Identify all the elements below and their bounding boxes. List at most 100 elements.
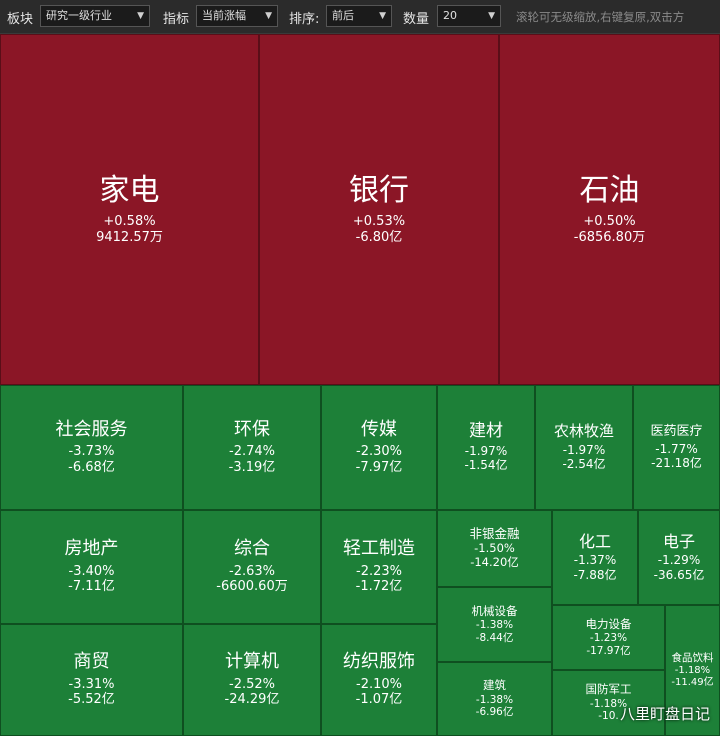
tile-change: -2.23% — [356, 563, 402, 579]
tile-change: -1.77% — [655, 441, 698, 456]
watermark-text: 八里盯盘日记 — [619, 705, 710, 723]
tile-flow: -1.07亿 — [355, 692, 403, 708]
count-label: 数量 — [403, 12, 430, 27]
sort-select-value: 前后 — [332, 9, 354, 22]
tile-name: 化工 — [578, 531, 611, 551]
tile-flow: -5.52亿 — [68, 692, 115, 708]
tile-flow: -2.54亿 — [562, 457, 606, 472]
tile-flow: -6600.60万 — [216, 579, 288, 595]
sector-tile-construction[interactable]: 建筑 -1.38% -6.96亿 — [437, 662, 552, 736]
tile-name: 电力设备 — [585, 616, 632, 631]
tile-change: -1.97% — [562, 442, 606, 457]
tile-name: 食品饮料 — [671, 651, 714, 664]
sort-select[interactable]: 前后 ▼ — [326, 5, 392, 27]
tile-change: -1.50% — [474, 541, 515, 556]
tile-change: +0.53% — [352, 214, 406, 230]
sector-select[interactable]: 研究一级行业 ▼ — [40, 5, 150, 27]
tile-name: 计算机 — [225, 651, 279, 673]
tile-name: 国防军工 — [585, 682, 632, 697]
sector-tile-home-appliance[interactable]: 家电 +0.58% 9412.57万 — [0, 34, 259, 385]
chevron-down-icon: ▼ — [379, 11, 386, 21]
sector-tile-light-industry[interactable]: 轻工制造 -2.23% -1.72亿 — [321, 510, 437, 624]
tile-change: -1.97% — [464, 443, 508, 458]
sector-tile-chemicals[interactable]: 化工 -1.37% -7.88亿 — [552, 510, 638, 605]
sector-tile-bank[interactable]: 银行 +0.53% -6.80亿 — [259, 34, 499, 385]
sector-tile-machinery[interactable]: 机械设备 -1.38% -8.44亿 — [437, 587, 552, 662]
count-select-value: 20 — [443, 9, 457, 22]
tile-change: -2.52% — [229, 676, 275, 692]
tile-name: 商贸 — [73, 651, 110, 673]
sector-tile-real-estate[interactable]: 房地产 -3.40% -7.11亿 — [0, 510, 183, 624]
sector-tile-textiles[interactable]: 纺织服饰 -2.10% -1.07亿 — [321, 624, 437, 736]
tile-flow: -1.54亿 — [464, 458, 508, 473]
tile-change: +0.50% — [583, 214, 636, 230]
sector-tile-power-equipment[interactable]: 电力设备 -1.23% -17.97亿 — [552, 605, 665, 670]
sector-tile-environmental[interactable]: 环保 -2.74% -3.19亿 — [183, 385, 321, 510]
tile-flow: -3.19亿 — [228, 459, 276, 475]
tile-change: -3.31% — [68, 676, 115, 692]
sector-tile-commerce[interactable]: 商贸 -3.31% -5.52亿 — [0, 624, 183, 736]
tile-flow: -6.68亿 — [68, 459, 115, 475]
tile-change: -1.23% — [589, 632, 628, 645]
tile-name: 纺织服饰 — [343, 651, 415, 673]
sector-tile-computers[interactable]: 计算机 -2.52% -24.29亿 — [183, 624, 321, 736]
toolbar: 板块 研究一级行业 ▼ 指标 当前涨幅 ▼ 排序: 前后 ▼ 数量 20 ▼ 滚… — [0, 0, 720, 34]
tile-flow: -24.29亿 — [224, 692, 280, 708]
sector-label: 板块 — [7, 12, 34, 27]
tile-name: 环保 — [234, 418, 270, 440]
tile-flow: -17.97亿 — [586, 644, 631, 657]
sector-tile-social-services[interactable]: 社会服务 -3.73% -6.68亿 — [0, 385, 183, 510]
tile-flow: -7.11亿 — [68, 579, 115, 595]
tile-change: -3.40% — [68, 563, 115, 579]
tile-change: -2.30% — [356, 444, 402, 460]
sector-tile-conglomerate[interactable]: 综合 -2.63% -6600.60万 — [183, 510, 321, 624]
sector-tile-non-bank-finance[interactable]: 非银金融 -1.50% -14.20亿 — [437, 510, 552, 587]
sector-tile-oil[interactable]: 石油 +0.50% -6856.80万 — [499, 34, 720, 385]
tile-name: 综合 — [234, 538, 270, 560]
sort-label: 排序: — [289, 12, 320, 27]
tile-name: 建材 — [469, 421, 503, 442]
sector-tile-agriculture[interactable]: 农林牧渔 -1.97% -2.54亿 — [535, 385, 633, 510]
metric-label: 指标 — [163, 12, 190, 27]
tile-change: -2.10% — [356, 676, 402, 692]
tile-flow: -7.97亿 — [355, 459, 403, 475]
tile-name: 石油 — [579, 172, 640, 208]
tile-name: 房地产 — [64, 538, 119, 560]
tile-change: +0.58% — [103, 214, 156, 230]
tile-change: -2.63% — [229, 563, 275, 579]
tile-flow: -21.18亿 — [651, 455, 702, 470]
tile-flow: -10. — [598, 710, 619, 723]
sector-tile-pharma[interactable]: 医药医疗 -1.77% -21.18亿 — [633, 385, 720, 510]
tile-flow: -36.65亿 — [653, 567, 705, 582]
metric-select[interactable]: 当前涨幅 ▼ — [196, 5, 278, 27]
tile-flow: -6.80亿 — [355, 229, 403, 245]
tile-name: 建筑 — [483, 678, 506, 693]
count-select[interactable]: 20 ▼ — [437, 5, 501, 27]
tile-name: 传媒 — [361, 418, 397, 440]
tile-change: -1.38% — [475, 619, 514, 632]
tile-flow: -8.44亿 — [475, 631, 514, 644]
tile-name: 非银金融 — [469, 526, 520, 542]
tile-change: -1.29% — [657, 553, 701, 568]
metric-select-value: 当前涨幅 — [202, 9, 246, 22]
tile-flow: 9412.57万 — [96, 229, 163, 245]
sector-select-value: 研究一级行业 — [46, 9, 112, 22]
sector-treemap[interactable]: 家电 +0.58% 9412.57万 银行 +0.53% -6.80亿 石油 +… — [0, 34, 720, 736]
tile-flow: -14.20亿 — [470, 555, 519, 570]
tile-name: 家电 — [99, 172, 160, 208]
tile-name: 农林牧渔 — [553, 422, 614, 441]
tile-flow: -6856.80万 — [573, 229, 646, 245]
tile-name: 轻工制造 — [343, 538, 415, 560]
tile-change: -2.74% — [229, 444, 275, 460]
chevron-down-icon: ▼ — [488, 11, 495, 21]
tile-change: -1.37% — [573, 553, 617, 568]
tile-flow: -7.88亿 — [573, 567, 617, 582]
tile-change: -1.38% — [475, 693, 514, 706]
tile-flow: -11.49亿 — [671, 677, 714, 689]
zoom-hint: 滚轮可无级缩放,右键复原,双击方 — [516, 10, 685, 24]
sector-tile-building-materials[interactable]: 建材 -1.97% -1.54亿 — [437, 385, 535, 510]
tile-name: 社会服务 — [55, 418, 128, 440]
chevron-down-icon: ▼ — [137, 11, 144, 21]
sector-tile-media[interactable]: 传媒 -2.30% -7.97亿 — [321, 385, 437, 510]
sector-tile-electronics[interactable]: 电子 -1.29% -36.65亿 — [638, 510, 720, 605]
